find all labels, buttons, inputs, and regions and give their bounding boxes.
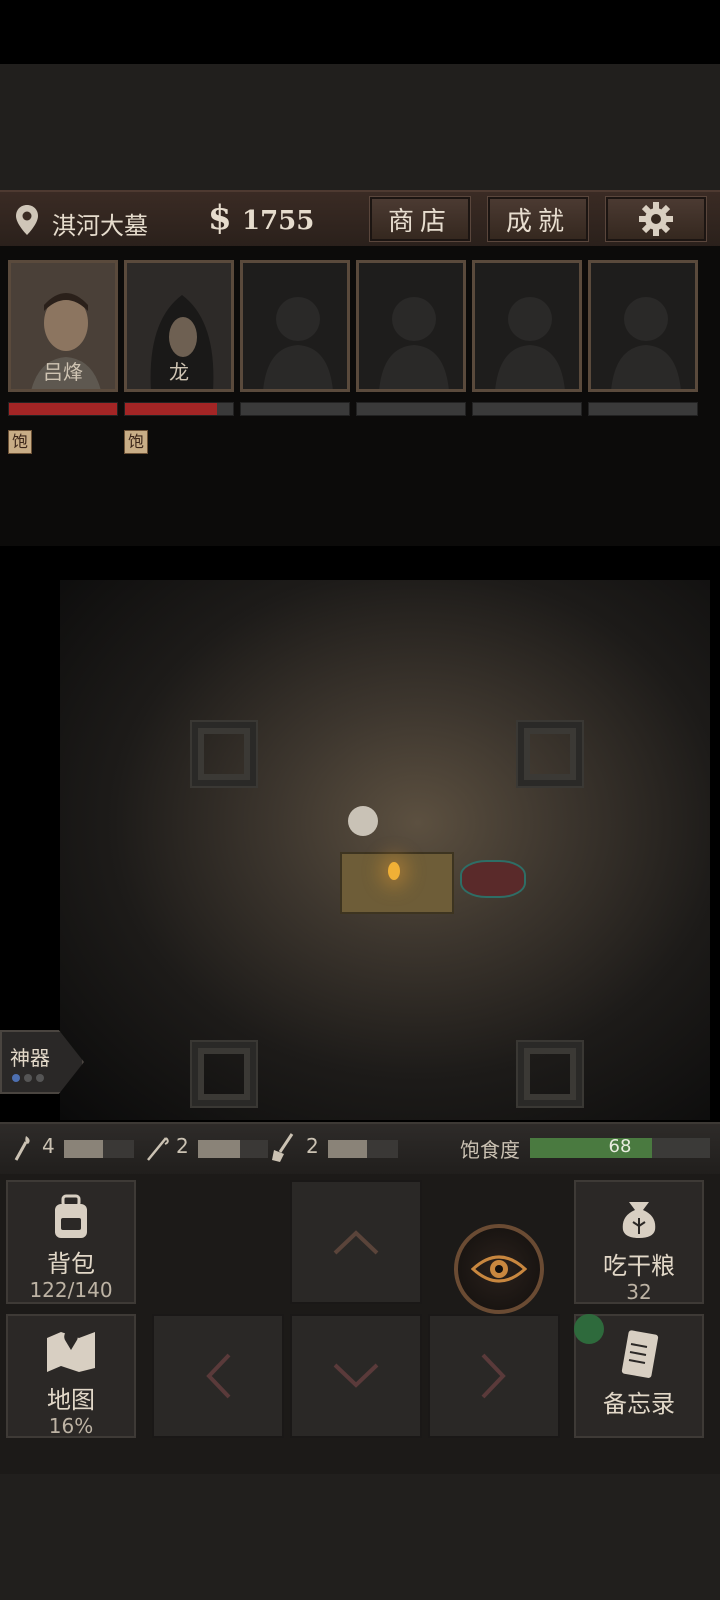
map-progress: 16% [48, 1414, 94, 1438]
backpack-button[interactable]: 背包 122/140 [6, 1180, 136, 1304]
ration-count: 32 [626, 1280, 652, 1304]
empty-party-slot[interactable] [588, 260, 698, 392]
move-down-button[interactable] [290, 1314, 422, 1438]
hp-bar [588, 402, 698, 416]
look-button[interactable] [454, 1224, 544, 1314]
ration-label: 吃干粮 [603, 1252, 675, 1280]
party-member-portrait[interactable]: 龙 [124, 260, 234, 392]
memo-label: 备忘录 [603, 1390, 675, 1418]
status-badge: 饱 [124, 430, 148, 454]
party-panel: 吕烽 龙 饱 饱 [0, 246, 720, 546]
torch-icon [14, 1136, 30, 1161]
eye-icon [471, 1255, 527, 1283]
gear-icon [639, 202, 673, 236]
empty-party-slot[interactable] [472, 260, 582, 392]
move-right-button[interactable] [428, 1314, 560, 1438]
map-icon [47, 1330, 95, 1372]
backpack-icon [55, 1194, 87, 1238]
silhouette-icon [263, 297, 333, 389]
stone-pillar [516, 1040, 584, 1108]
hp-fill [9, 403, 117, 415]
shop-button[interactable]: 商店 [369, 196, 471, 242]
hp-bar [240, 402, 350, 416]
backpack-label: 背包 [47, 1250, 95, 1278]
rope-bar [198, 1140, 268, 1158]
backpack-capacity: 122/140 [29, 1278, 113, 1302]
status-badge: 饱 [8, 430, 32, 454]
shovel-icon [272, 1133, 294, 1162]
arrow-right-icon [481, 1353, 506, 1399]
top-hud: 淇河大墓 $ 1755 商店 成就 [0, 190, 720, 250]
location-name: 淇河大墓 [52, 212, 148, 240]
silhouette-icon [611, 297, 681, 389]
top-spacer [0, 64, 720, 190]
dungeon-map-view[interactable] [60, 580, 710, 1120]
settings-button[interactable] [605, 196, 707, 242]
hp-bar [8, 402, 118, 416]
status-bar-area [0, 0, 720, 64]
location-pin-icon [16, 205, 38, 235]
empty-party-slot[interactable] [240, 260, 350, 392]
notebook-icon [621, 1330, 659, 1378]
map-button[interactable]: 地图 16% [6, 1314, 136, 1438]
hp-fill [125, 403, 217, 415]
stone-pillar [516, 720, 584, 788]
empty-party-slot[interactable] [356, 260, 466, 392]
skull-icon[interactable] [348, 806, 378, 836]
eat-ration-button[interactable]: 吃干粮 32 [574, 1180, 704, 1304]
rope-hook-icon [147, 1137, 169, 1161]
torch-count: 4 [42, 1134, 55, 1158]
move-left-button[interactable] [152, 1314, 284, 1438]
artifact-label: 神器 [10, 1046, 50, 1070]
hunger-label: 饱食度 [460, 1138, 520, 1162]
member-name: 龙 [169, 360, 189, 384]
notification-dot [574, 1314, 604, 1344]
hp-bar [356, 402, 466, 416]
arrow-up-icon [333, 1230, 379, 1255]
ration-sack-icon [622, 1202, 656, 1238]
stone-pillar [190, 1040, 258, 1108]
hp-bar [124, 402, 234, 416]
hp-bar [472, 402, 582, 416]
member-name: 吕烽 [43, 360, 83, 384]
torch-flame-icon [388, 862, 400, 880]
artifact-gem [36, 1074, 44, 1082]
artifact-gem [24, 1074, 32, 1082]
map-label: 地图 [47, 1386, 95, 1414]
stone-pillar [190, 720, 258, 788]
shovel-bar [328, 1140, 398, 1158]
arrow-down-icon [333, 1363, 379, 1388]
rope-count: 2 [176, 1134, 189, 1158]
altar[interactable] [340, 852, 454, 914]
achievements-button[interactable]: 成就 [487, 196, 589, 242]
creature-sprite[interactable] [460, 860, 526, 898]
silhouette-icon [379, 297, 449, 389]
money-amount: 1755 [242, 206, 315, 236]
bottom-spacer [0, 1474, 720, 1600]
currency-icon: $ [208, 198, 232, 238]
artifact-gem [12, 1074, 20, 1082]
move-up-button[interactable] [290, 1180, 422, 1304]
torch-bar [64, 1140, 134, 1158]
party-member-portrait[interactable]: 吕烽 [8, 260, 118, 392]
shovel-count: 2 [306, 1134, 319, 1158]
memo-button[interactable]: 备忘录 [574, 1314, 704, 1438]
silhouette-icon [495, 297, 565, 389]
hunger-value: 68 [608, 1136, 632, 1157]
arrow-left-icon [206, 1353, 231, 1399]
